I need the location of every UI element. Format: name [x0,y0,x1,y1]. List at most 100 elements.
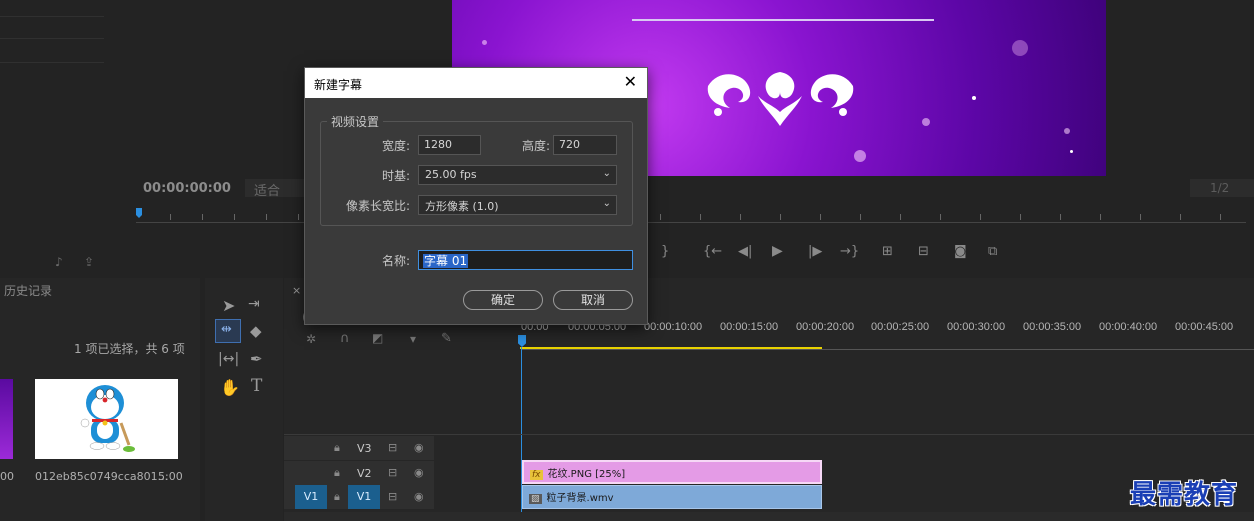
track-label: V3 [357,442,372,455]
track-header-v2[interactable]: 🔒︎ V2 ⊟ ◉ [284,461,434,485]
play-icon[interactable]: ▶ [772,243,783,259]
step-back-icon[interactable]: ◀| [738,244,752,259]
watermark-logo: 最需教育 [1130,480,1239,510]
lock-icon[interactable]: 🔒︎ [334,466,340,480]
track-header-v3[interactable]: 🔒︎ V3 ⊟ ◉ [284,436,434,460]
source-patch-v1[interactable]: V1 [295,485,327,509]
ruler-tick [700,214,701,220]
monitor-ruler[interactable] [136,222,1246,223]
track-select-tool-icon[interactable]: ⇥ [248,296,260,312]
lock-icon[interactable]: 🔒︎ [334,441,340,455]
tools-panel [205,278,283,521]
type-tool-icon[interactable]: T [251,376,262,396]
cancel-button[interactable]: 取消 [553,290,633,310]
ruler-tick [940,214,941,220]
close-timeline-icon[interactable]: × [292,284,301,297]
sparkle [972,96,976,100]
ruler-tick [820,214,821,220]
ok-button[interactable]: 确定 [463,290,543,310]
sync-lock-icon[interactable]: ⊟ [388,490,397,503]
width-field[interactable]: 1280 [418,135,481,155]
pixel-aspect-value: 方形像素 (1.0) [425,200,499,213]
ruler-label: 00:00:30:00 [947,321,1006,333]
track-target-v1[interactable]: V1 [348,485,380,509]
fit-dropdown[interactable]: 适合 [245,179,305,199]
lock-icon[interactable]: 🔒︎ [334,490,340,504]
thumb-left-time: 00 [0,470,14,483]
tab-history[interactable]: 历史记录 [4,282,52,299]
lift-icon[interactable]: ⊞ [882,244,893,259]
fx-badge: fx [530,470,543,480]
clip-v2-name: 花纹.PNG [25%] [547,469,626,480]
eye-icon[interactable]: ◉ [414,490,424,503]
ruler-tick [1060,214,1061,220]
sparkle [482,40,487,45]
ruler-tick [900,214,901,220]
linked-selection-icon[interactable]: ∩ [340,331,350,346]
ruler-tick [202,214,203,220]
ruler-label: 00:00:40:00 [1099,321,1158,333]
timebase-label: 时基: [381,169,410,183]
ruler-label: 00:00:10:00 [644,321,703,333]
go-to-in-icon[interactable]: {← [703,244,722,259]
doraemon-image [80,385,135,452]
close-icon[interactable]: ✕ [624,74,637,90]
hand-tool-icon[interactable]: ✋ [220,378,240,397]
ruler-tick [780,214,781,220]
step-forward-icon[interactable]: |▶ [808,244,822,259]
sparkle [1070,150,1073,153]
height-field[interactable]: 720 [553,135,617,155]
sparkle [922,118,930,126]
monitor-timecode[interactable]: 00:00:00:00 [143,181,231,196]
pixel-aspect-select[interactable]: 方形像素 (1.0) ⌄ [418,195,617,215]
marker-icon[interactable]: ▾ [410,332,416,346]
snap-icon[interactable]: ✲ [306,332,316,346]
audio-track-area [284,512,1254,521]
ruler-tick [266,214,267,220]
fit-dropdown-label: 适合 [254,184,281,199]
settings-wrench-icon[interactable]: ✎ [441,331,452,346]
name-label: 名称: [381,254,410,268]
fx-badge: ▨ [529,494,542,504]
ripple-edit-tool[interactable]: ⇹ [215,319,241,343]
name-field[interactable]: 字幕 01 [418,250,633,270]
dialog-titlebar[interactable]: 新建字幕 ✕ [305,68,647,98]
go-to-out-icon[interactable]: →} [840,244,859,259]
button-editor-icon[interactable]: ⧉ [988,244,997,259]
selection-status: 1 项已选择，共 6 项 [74,342,185,356]
razor-tool-icon[interactable]: ◆ [250,322,262,340]
resolution-dropdown[interactable]: 1/2 [1190,179,1254,197]
timebase-value: 25.00 fps [425,168,477,181]
export-icon[interactable]: ⇪ [84,255,94,269]
thumb-duration: 5:00 [158,470,183,483]
mark-out-icon[interactable]: } [661,244,669,259]
clip-v1[interactable]: ▨ 粒子背景.wmv [522,485,822,509]
slip-tool-icon[interactable]: |↔| [218,351,239,367]
clip-v2[interactable]: fx 花纹.PNG [25%] [522,460,822,484]
page-indicator: 1/2 [1210,181,1230,195]
ruler-label: 00:00:20:00 [796,321,855,333]
add-marker-icon[interactable]: ◩ [372,331,383,345]
eye-icon[interactable]: ◉ [414,466,424,479]
media-thumbnail-purple[interactable] [0,379,13,459]
sparkle [854,150,866,162]
chevron-down-icon: ⌄ [602,168,611,179]
extract-icon[interactable]: ⊟ [918,244,929,259]
track-divider [284,434,1254,435]
divider [0,38,104,39]
ruler-label: 00:00:45:00 [1175,321,1234,333]
sync-lock-icon[interactable]: ⊟ [388,441,397,454]
pen-tool-icon[interactable]: ✒ [250,350,263,368]
media-thumbnail-doraemon[interactable] [35,379,178,459]
divider [0,16,104,17]
ruler-tick [1180,214,1181,220]
sync-lock-icon[interactable]: ⊟ [388,466,397,479]
audio-icon[interactable]: ♪ [55,255,63,269]
ruler-tick [1020,214,1021,220]
ruler-tick [860,214,861,220]
pixel-aspect-label: 像素长宽比: [345,199,410,213]
camera-icon[interactable]: ◙ [954,244,967,259]
timebase-select[interactable]: 25.00 fps ⌄ [418,165,617,185]
eye-icon[interactable]: ◉ [414,441,424,454]
selection-tool-icon[interactable]: ➤ [222,296,235,315]
